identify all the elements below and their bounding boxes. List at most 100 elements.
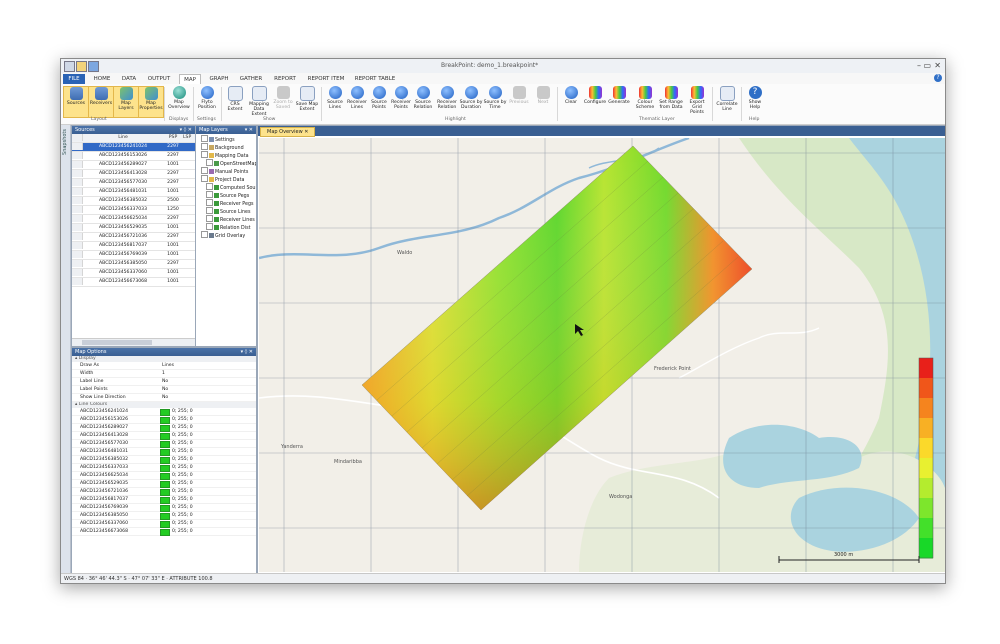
tab-map-overview[interactable]: Map Overview ✕ [260,127,316,137]
set-range-button[interactable]: Set Range from Data [659,86,683,116]
row-header-cell[interactable] [72,242,83,249]
zoom-to-saved-button[interactable]: Zoom to Saved [271,86,295,116]
layer-item[interactable]: Background [201,143,244,151]
line-colour-row[interactable]: ABCD123456769039 0; 255; 0 [72,504,256,512]
tab-report-table[interactable]: REPORT TABLE [353,74,397,84]
row-header-cell[interactable] [72,233,83,240]
layer-checkbox[interactable] [201,175,208,182]
table-row[interactable]: ABCD123456385032 2500 [72,197,195,206]
column-psp[interactable]: PSP [164,134,182,142]
colour-value[interactable]: 0; 255; 0 [172,496,193,503]
row-header-cell[interactable] [72,161,83,168]
layer-item[interactable]: Relation Dist [206,223,250,231]
colour-swatch[interactable] [160,409,170,416]
open-icon[interactable] [76,61,87,72]
layer-checkbox[interactable] [201,167,208,174]
crs-extent-button[interactable]: CRS Extent [223,86,247,116]
colour-value[interactable]: 0; 255; 0 [172,440,193,447]
colour-value[interactable]: 0; 255; 0 [172,528,193,535]
save-map-extent-button[interactable]: Save Map Extent [295,86,319,116]
colour-swatch[interactable] [160,521,170,528]
close-button[interactable]: ✕ [934,61,941,70]
line-colour-row[interactable]: ABCD123456817037 0; 255; 0 [72,496,256,504]
layer-item[interactable]: Source Pegs [206,191,249,199]
colour-value[interactable]: 0; 255; 0 [172,504,193,511]
source-by-duration-button[interactable]: Source by Duration [459,86,483,116]
table-row[interactable]: ABCD123456577030 2297 [72,179,195,188]
layer-item[interactable]: Mapping Data [201,151,249,159]
row-header-cell[interactable] [72,143,83,150]
colour-swatch[interactable] [160,473,170,480]
layer-item[interactable]: Settings [201,135,235,143]
colour-value[interactable]: 0; 255; 0 [172,520,193,527]
source-by-time-button[interactable]: Source by Time [483,86,507,116]
row-header-cell[interactable] [72,188,83,195]
row-header-cell[interactable] [72,179,83,186]
table-row[interactable]: ABCD123456769039 1001 [72,251,195,260]
line-colour-row[interactable]: ABCD123456577030 0; 255; 0 [72,440,256,448]
row-header-cell[interactable] [72,278,83,285]
layer-checkbox[interactable] [206,215,213,222]
property-value[interactable]: No [162,386,168,393]
sources-button[interactable]: Sources [63,86,89,118]
layer-checkbox[interactable] [201,135,208,142]
table-row[interactable]: ABCD123456817037 1001 [72,242,195,251]
previous-button[interactable]: Previous [507,86,531,116]
property-row[interactable]: Width 1 [72,370,256,378]
table-row[interactable]: ABCD123456721036 2297 [72,233,195,242]
map-overview-button[interactable]: Map Overview [167,86,191,116]
property-row[interactable]: Draw As Lines [72,362,256,370]
colour-value[interactable]: 0; 255; 0 [172,408,193,415]
table-row[interactable]: ABCD123456625034 2297 [72,215,195,224]
layer-item[interactable]: OpenStreetMap [206,159,256,167]
property-value[interactable]: No [162,394,168,401]
source-relation-button[interactable]: Source Relation [411,86,435,116]
panel-controls-icon[interactable]: ▾ ◊ ✕ [241,348,253,356]
receiver-points-button[interactable]: Receiver Points [389,86,413,116]
colour-value[interactable]: 0; 255; 0 [172,456,193,463]
table-row[interactable]: ABCD123456337033 1250 [72,206,195,215]
show-help-button[interactable]: ? Show Help [743,86,767,116]
colour-swatch[interactable] [160,489,170,496]
colour-value[interactable]: 0; 255; 0 [172,432,193,439]
layer-item[interactable]: Manual Points [201,167,248,175]
colour-swatch[interactable] [160,441,170,448]
colour-value[interactable]: 0; 255; 0 [172,512,193,519]
correlate-line-button[interactable]: Correlate Line [715,86,739,116]
colour-swatch[interactable] [160,497,170,504]
property-row[interactable]: Label Points No [72,386,256,394]
map-canvas[interactable]: Waldo Yanderra Mindaribba Frederick Poin… [259,138,945,572]
row-header-cell[interactable] [72,260,83,267]
tab-home[interactable]: HOME [91,74,113,84]
line-colour-row[interactable]: ABCD123456721036 0; 255; 0 [72,488,256,496]
line-colour-row[interactable]: ABCD123456337060 0; 255; 0 [72,520,256,528]
tab-output[interactable]: OUTPUT [145,74,173,84]
line-colour-row[interactable]: ABCD123456385050 0; 255; 0 [72,512,256,520]
colour-value[interactable]: 0; 255; 0 [172,448,193,455]
layer-checkbox[interactable] [206,207,213,214]
panel-controls-icon[interactable]: ▾ ◊ ✕ [180,126,192,134]
tab-file[interactable]: FILE [63,74,85,84]
table-row[interactable]: ABCD123456481031 1001 [72,188,195,197]
layer-checkbox[interactable] [201,143,208,150]
colour-swatch[interactable] [160,481,170,488]
colour-swatch[interactable] [160,417,170,424]
colour-value[interactable]: 0; 255; 0 [172,472,193,479]
table-row[interactable]: ABCD123456241024 2297 [72,143,195,152]
layer-checkbox[interactable] [206,159,213,166]
colour-swatch[interactable] [160,529,170,536]
layer-checkbox[interactable] [206,191,213,198]
line-colour-row[interactable]: ABCD123456153026 0; 255; 0 [72,416,256,424]
colour-swatch[interactable] [160,433,170,440]
table-row[interactable]: ABCD123456153026 2297 [72,152,195,161]
line-colour-row[interactable]: ABCD123456481031 0; 255; 0 [72,448,256,456]
colour-swatch[interactable] [160,457,170,464]
flyto-position-button[interactable]: Flyto Position [195,86,219,116]
generate-button[interactable]: Generate [607,86,631,116]
line-colour-row[interactable]: ABCD123456413028 0; 255; 0 [72,432,256,440]
property-value[interactable]: Lines [162,362,174,369]
layer-checkbox[interactable] [201,231,208,238]
tab-report[interactable]: REPORT [271,74,299,84]
column-line[interactable]: Line [83,134,163,142]
next-button[interactable]: Next [531,86,555,116]
